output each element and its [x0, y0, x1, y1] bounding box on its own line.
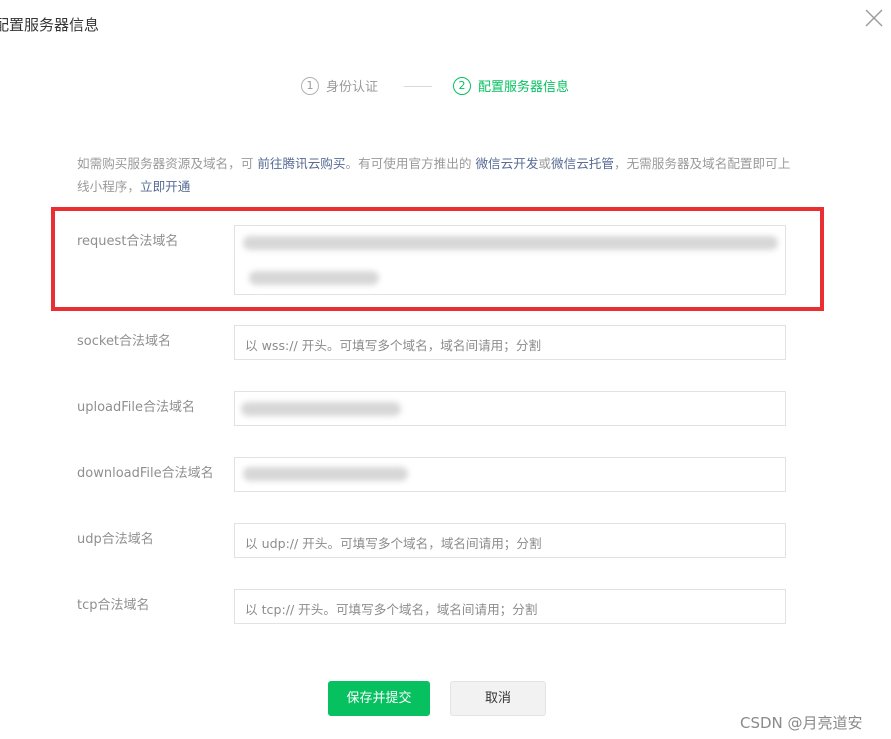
step-number: 1 — [301, 76, 319, 95]
buy-tencent-cloud-link[interactable]: 前往腾讯云购买 — [257, 156, 345, 171]
downloadfile-domain-label: downloadFile合法域名 — [77, 466, 214, 481]
step-indicator: 1 身份认证 2 配置服务器信息 — [0, 76, 891, 98]
uploadfile-domain-input[interactable] — [234, 391, 786, 426]
socket-domain-label: socket合法域名 — [77, 334, 172, 349]
tcp-domain-label: tcp合法域名 — [77, 598, 150, 613]
open-now-link[interactable]: 立即开通 — [140, 179, 190, 194]
watermark: CSDN @月亮道安 — [740, 714, 863, 732]
redacted-text — [241, 402, 401, 416]
step-connector — [404, 86, 432, 87]
downloadfile-domain-input[interactable] — [234, 457, 786, 492]
step-number: 2 — [453, 76, 471, 95]
uploadfile-domain-label: uploadFile合法域名 — [77, 400, 196, 415]
step-label: 配置服务器信息 — [478, 80, 570, 95]
step-label: 身份认证 — [326, 80, 379, 95]
tip-text: 如需购买服务器资源及域名，可 — [77, 156, 258, 171]
info-tip: 如需购买服务器资源及域名，可 前往腾讯云购买。有可使用官方推出的 微信云开发或微… — [77, 152, 792, 198]
step-identity: 1 身份认证 — [301, 76, 378, 95]
redacted-text — [243, 467, 408, 481]
udp-domain-label: udp合法域名 — [77, 532, 154, 547]
socket-domain-input[interactable]: 以 wss:// 开头。可填写多个域名，域名间请用；分割 — [234, 325, 786, 360]
server-config-dialog: 配置服务器信息 1 身份认证 2 配置服务器信息 如需购买服务器资源及域名，可 … — [0, 0, 891, 739]
close-icon[interactable] — [863, 7, 885, 29]
tcp-domain-input[interactable]: 以 tcp:// 开头。可填写多个域名，域名间请用；分割 — [234, 589, 786, 624]
dialog-title: 配置服务器信息 — [0, 16, 100, 34]
wechat-cloud-dev-link[interactable]: 微信云开发 — [475, 156, 538, 171]
wechat-cloud-host-link[interactable]: 微信云托管 — [551, 156, 614, 171]
udp-domain-input[interactable]: 以 udp:// 开头。可填写多个域名，域名间请用；分割 — [234, 523, 786, 558]
submit-button[interactable]: 保存并提交 — [328, 681, 430, 716]
highlight-annotation — [51, 207, 824, 311]
step-server-config: 2 配置服务器信息 — [453, 76, 569, 95]
tip-text: 或 — [538, 156, 551, 171]
cancel-button[interactable]: 取消 — [450, 681, 546, 716]
tip-text: 。有可使用官方推出的 — [345, 156, 476, 171]
